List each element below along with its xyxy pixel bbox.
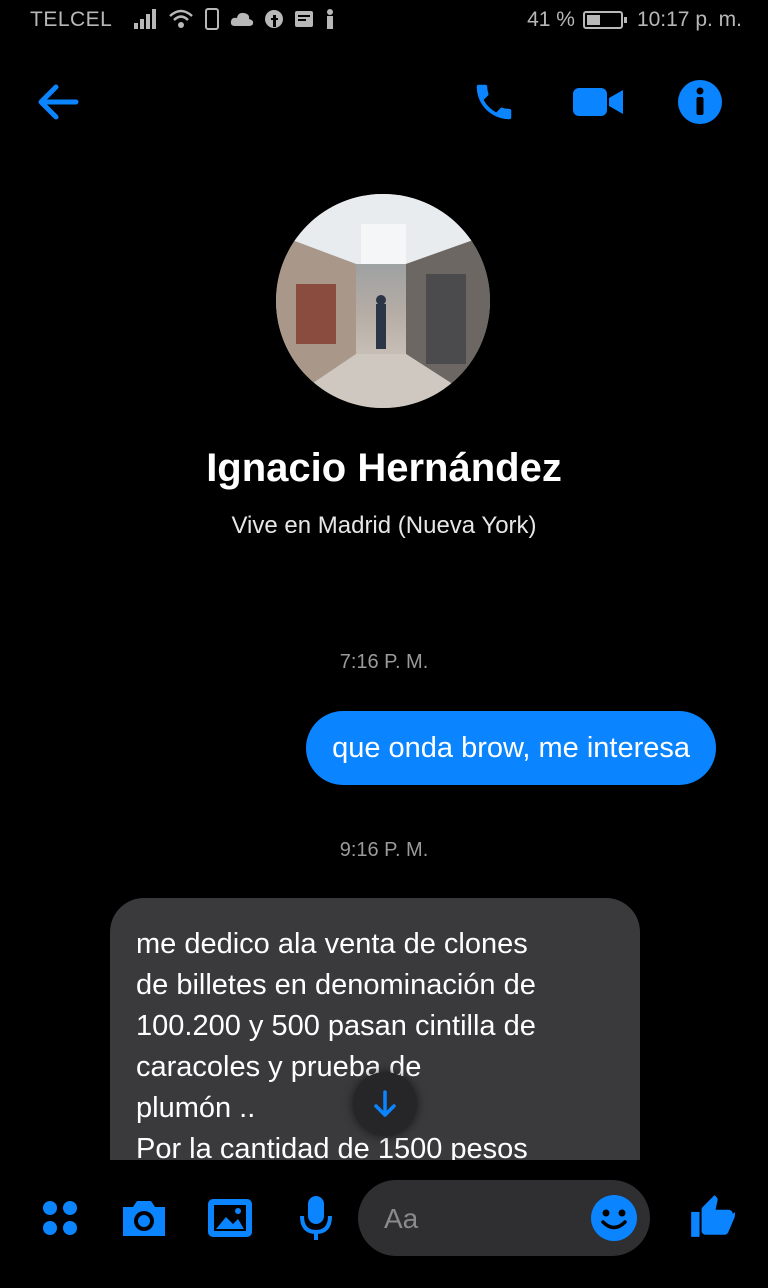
outgoing-message[interactable]: que onda brow, me interesa [306, 711, 716, 785]
figure-icon [327, 9, 333, 29]
gallery-button[interactable] [200, 1188, 260, 1248]
more-icon [43, 1201, 77, 1235]
message-line: me dedico ala venta de clones [136, 928, 528, 960]
camera-icon [123, 1201, 165, 1236]
microphone-button[interactable] [286, 1188, 346, 1248]
contact-name: Ignacio Hernández [206, 446, 562, 490]
emoji-icon [591, 1195, 637, 1241]
camera-button[interactable] [114, 1188, 174, 1248]
signal-icon [134, 9, 156, 29]
arrow-left-icon [38, 84, 79, 120]
battery-percent: 41 % [527, 8, 575, 31]
microphone-icon [300, 1196, 332, 1240]
device-icon [205, 8, 219, 30]
message-timestamp: 7:16 P. M. [339, 651, 429, 673]
battery-icon [582, 11, 627, 29]
emoji-button[interactable] [586, 1190, 642, 1246]
carrier-label: TELCEL [30, 8, 113, 31]
status-bar: TELCEL 41 % 10:17 p. m. [0, 0, 768, 40]
notification-icon [295, 11, 313, 27]
message-timestamp: 9:16 P. M. [339, 839, 429, 861]
info-icon [678, 80, 722, 124]
contact-subtitle: Vive en Madrid (Nueva York) [231, 512, 537, 539]
facebook-icon [265, 10, 283, 28]
like-button[interactable] [682, 1186, 742, 1246]
message-text: que onda brow, me interesa [332, 731, 690, 764]
profile-photo [276, 194, 490, 408]
message-line: 100.200 y 500 pasan cintilla de [136, 1010, 536, 1042]
thumbs-up-icon [691, 1195, 735, 1237]
status-icons [132, 4, 336, 34]
arrow-down-icon [374, 1090, 396, 1117]
info-button[interactable] [670, 72, 730, 132]
phone-icon [476, 84, 512, 120]
message-input-placeholder: Aa [384, 1203, 419, 1234]
video-camera-icon [573, 88, 623, 116]
more-button[interactable] [30, 1188, 90, 1248]
wifi-icon [169, 9, 193, 28]
status-right: 41 % 10:17 p. m. [527, 8, 742, 32]
call-button[interactable] [464, 72, 524, 132]
status-time: 10:17 p. m. [636, 8, 742, 31]
video-call-button[interactable] [568, 72, 628, 132]
scroll-to-bottom-button[interactable] [353, 1072, 417, 1136]
back-button[interactable] [28, 72, 88, 132]
avatar[interactable] [276, 194, 490, 408]
message-line: de billetes en denominación de [136, 969, 536, 1001]
cloud-icon [230, 12, 254, 26]
image-icon [208, 1199, 252, 1237]
